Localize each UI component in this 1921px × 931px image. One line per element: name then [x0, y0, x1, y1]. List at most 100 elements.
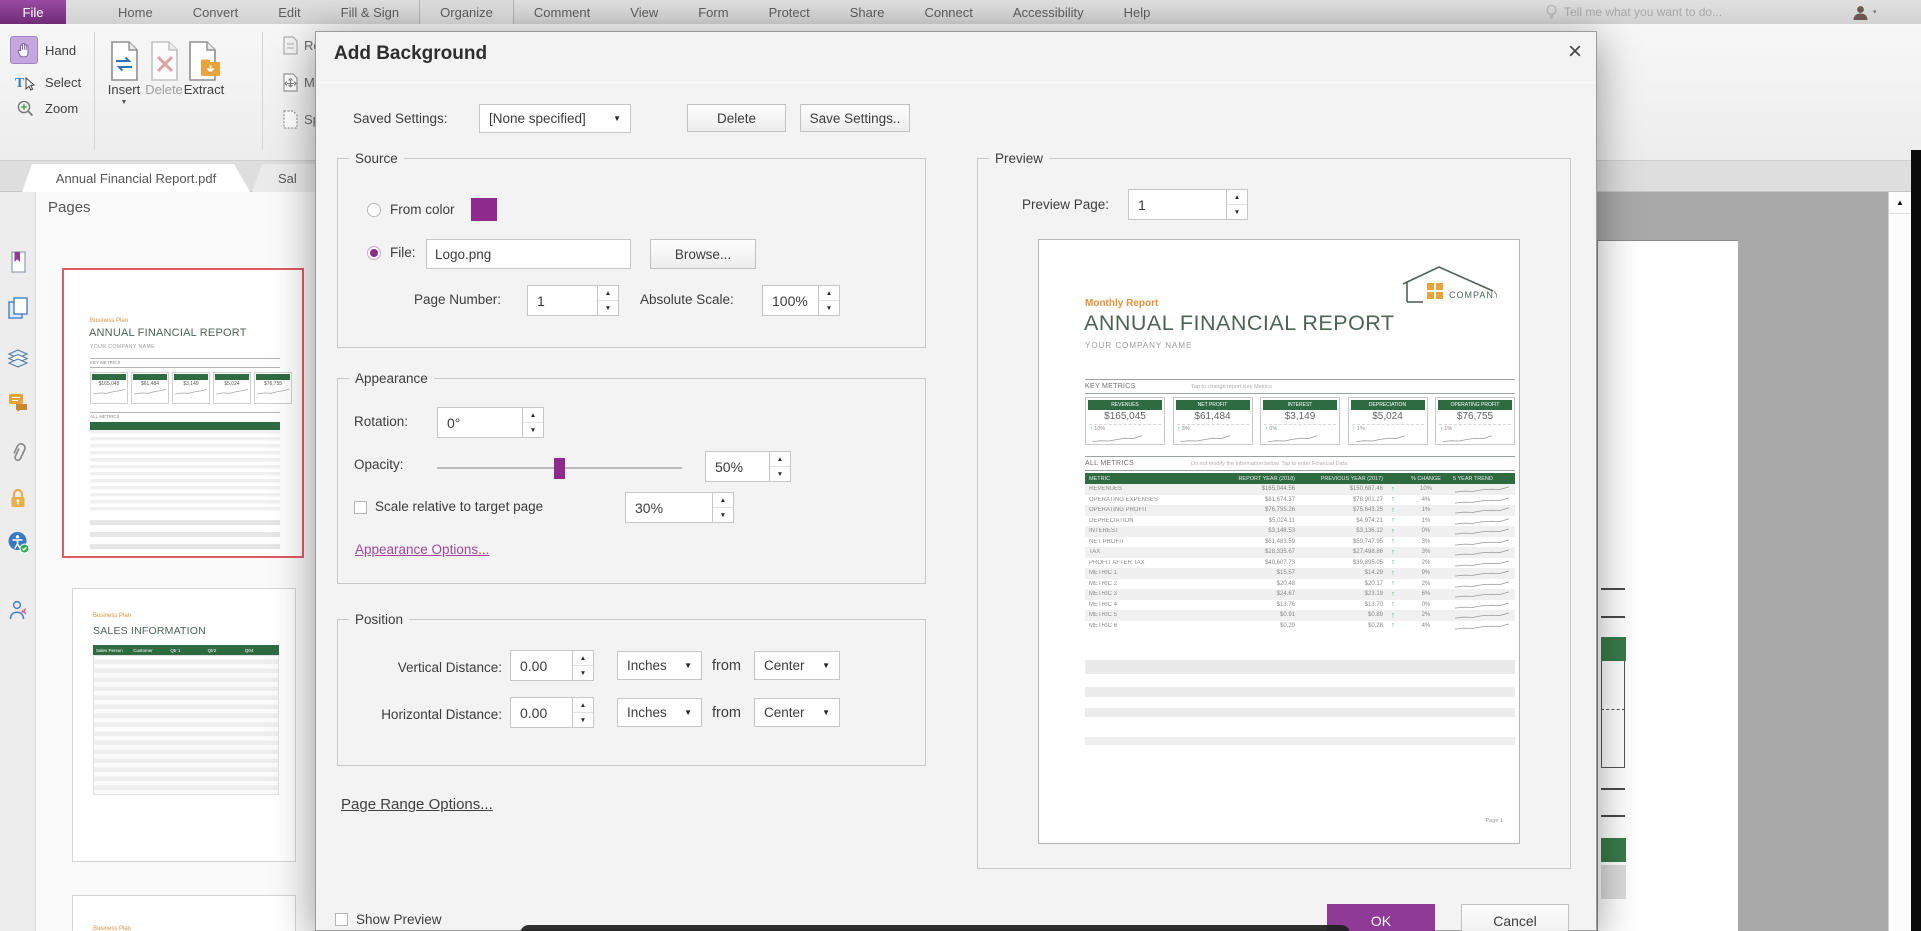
- menu-item[interactable]: Form: [678, 0, 748, 24]
- svg-text:COMPANY: COMPANY: [1449, 290, 1497, 300]
- metric-name: DEPRECIATION: [1350, 400, 1425, 410]
- menu-item[interactable]: Connect: [904, 0, 992, 24]
- vertical-distance-value[interactable]: 0.00: [510, 650, 573, 681]
- horizontal-anchor-dropdown[interactable]: Center ▼: [754, 698, 840, 727]
- fix-tool-button[interactable]: [6, 598, 30, 622]
- show-preview-checkbox[interactable]: [335, 913, 348, 926]
- table-row: METRIC 4 $13.76 $13.70 ↑ 0%: [1085, 600, 1515, 611]
- menu-item[interactable]: Edit: [258, 0, 320, 24]
- spin-up-icon[interactable]: ▲: [1227, 190, 1247, 205]
- select-tool[interactable]: T Select: [12, 70, 81, 94]
- menu-item[interactable]: Home: [98, 0, 173, 24]
- page-number-value[interactable]: 1: [527, 285, 598, 316]
- vertical-distance-spinner: 0.00 ▲ ▼: [510, 650, 594, 681]
- page-range-options-link[interactable]: Page Range Options...: [341, 796, 493, 813]
- layers-button[interactable]: [6, 346, 30, 370]
- spin-up-icon[interactable]: ▲: [819, 286, 839, 301]
- tell-me-search[interactable]: Tell me what you want to do...: [1545, 0, 1722, 24]
- spin-up-icon[interactable]: ▲: [573, 698, 593, 713]
- tab-annual-financial-report[interactable]: Annual Financial Report.pdf: [22, 164, 250, 192]
- absolute-scale-value[interactable]: 100%: [762, 285, 819, 316]
- spin-up-icon[interactable]: ▲: [770, 452, 790, 467]
- table-row: TAX $28,335.67 $27,498.86 ↑ 3%: [1085, 547, 1515, 558]
- page-thumbnail-3[interactable]: Business Plan CUSTOMER FEEDBACK FORM: [72, 895, 296, 931]
- table-row: METRIC 2 $20.48 $20.17 ↑ 2%: [1085, 579, 1515, 590]
- horizontal-from-label: from: [712, 705, 741, 721]
- spin-up-icon[interactable]: ▲: [713, 493, 733, 508]
- bookmarks-button[interactable]: [6, 250, 30, 274]
- menu-item[interactable]: View: [610, 0, 678, 24]
- spin-down-icon[interactable]: ▼: [1227, 205, 1247, 219]
- spin-down-icon[interactable]: ▼: [573, 666, 593, 680]
- menu-item[interactable]: Fill & Sign: [321, 0, 420, 24]
- comments-button[interactable]: [6, 390, 30, 414]
- split-pages-icon: [283, 110, 298, 129]
- file-menu-button[interactable]: File: [0, 0, 66, 24]
- scale-relative-value[interactable]: 30%: [625, 492, 713, 523]
- doc-keymetrics-label: KEY METRICS: [1085, 383, 1136, 390]
- color-swatch[interactable]: [471, 198, 497, 221]
- cell-change: 6%: [1421, 591, 1431, 598]
- cell-report-year: $3,148.53: [1268, 528, 1295, 535]
- security-button[interactable]: [6, 486, 30, 510]
- spin-down-icon[interactable]: ▼: [819, 301, 839, 315]
- menu-item[interactable]: Accessibility: [993, 0, 1104, 24]
- cell-report-year: $5,024.11: [1268, 517, 1295, 524]
- metric-value: $5,024: [1372, 411, 1403, 422]
- up-arrow-icon: ↑: [1177, 426, 1181, 432]
- preview-page-value[interactable]: 1: [1128, 189, 1227, 220]
- accessibility-button[interactable]: [6, 530, 30, 554]
- extract-pages-button[interactable]: Extract: [172, 34, 236, 97]
- file-name-input[interactable]: [426, 239, 631, 269]
- key-metric-card: INTEREST $3,149 ↑ 0%: [1260, 397, 1340, 445]
- attachments-icon: [13, 443, 26, 462]
- save-settings-button[interactable]: Save Settings..: [800, 104, 910, 132]
- vertical-anchor-dropdown[interactable]: Center ▼: [754, 651, 840, 680]
- from-color-radio[interactable]: [367, 203, 381, 217]
- spin-down-icon[interactable]: ▼: [770, 467, 790, 481]
- page-number-spinner: 1 ▲ ▼: [527, 285, 619, 316]
- opacity-slider-handle[interactable]: [554, 458, 565, 479]
- page-thumbnails-button[interactable]: [6, 296, 30, 320]
- page-thumbnail-1[interactable]: Business Plan ANNUAL FINANCIAL REPORT YO…: [62, 268, 304, 558]
- zoom-tool[interactable]: Zoom: [12, 96, 78, 120]
- account-menu[interactable]: ▾: [1852, 2, 1877, 22]
- attachments-button[interactable]: [6, 440, 30, 464]
- extract-label: Extract: [183, 82, 225, 97]
- vertical-scrollbar[interactable]: ▲: [1888, 192, 1911, 931]
- delete-settings-button[interactable]: Delete: [687, 104, 786, 132]
- menu-item[interactable]: Share: [830, 0, 905, 24]
- scale-relative-checkbox[interactable]: [354, 501, 367, 514]
- close-icon[interactable]: ×: [1560, 37, 1590, 67]
- cancel-button[interactable]: Cancel: [1461, 904, 1569, 931]
- saved-settings-dropdown[interactable]: [None specified] ▼: [479, 104, 631, 133]
- appearance-options-link[interactable]: Appearance Options...: [355, 542, 489, 557]
- absolute-scale-spinner: 100% ▲ ▼: [762, 285, 840, 316]
- menu-item[interactable]: Help: [1104, 0, 1171, 24]
- spin-down-icon[interactable]: ▼: [523, 423, 543, 437]
- rotation-value[interactable]: 0°: [437, 407, 523, 438]
- menu-item[interactable]: Comment: [514, 0, 610, 24]
- horizontal-distance-value[interactable]: 0.00: [510, 697, 573, 728]
- horizontal-unit-dropdown[interactable]: Inches ▼: [617, 698, 702, 727]
- spin-up-icon[interactable]: ▲: [598, 286, 618, 301]
- vertical-unit-dropdown[interactable]: Inches ▼: [617, 651, 702, 680]
- spin-up-icon[interactable]: ▲: [523, 408, 543, 423]
- hand-tool[interactable]: Hand: [10, 36, 76, 64]
- page-thumbnail-2[interactable]: Business Plan SALES INFORMATION Sales Pe…: [72, 588, 296, 862]
- thumb1-metric-card: $76,755: [254, 372, 292, 404]
- spin-down-icon[interactable]: ▼: [598, 301, 618, 315]
- browse-button[interactable]: Browse...: [650, 239, 756, 269]
- scroll-up-button[interactable]: ▲: [1889, 192, 1911, 214]
- up-arrow-icon: ↑: [1391, 559, 1395, 567]
- menu-item[interactable]: Convert: [173, 0, 259, 24]
- menu-item-organize[interactable]: Organize: [419, 0, 514, 24]
- spin-down-icon[interactable]: ▼: [713, 508, 733, 522]
- opacity-value[interactable]: 50%: [705, 451, 770, 482]
- dropdown-caret-icon: ▼: [822, 708, 830, 717]
- up-arrow-icon: ↑: [1090, 426, 1093, 432]
- spin-down-icon[interactable]: ▼: [573, 713, 593, 727]
- menu-item[interactable]: Protect: [749, 0, 830, 24]
- file-radio[interactable]: [367, 246, 381, 260]
- spin-up-icon[interactable]: ▲: [573, 651, 593, 666]
